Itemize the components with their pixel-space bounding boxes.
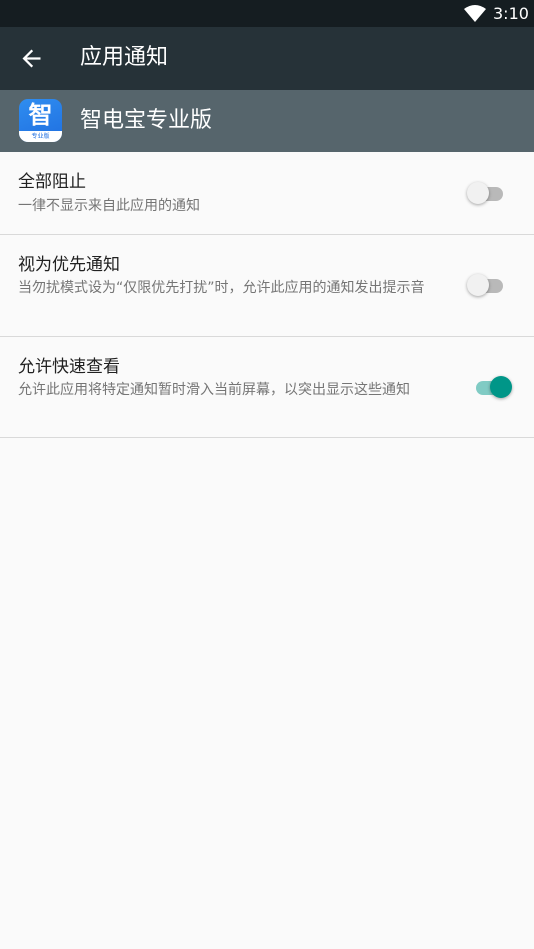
app-header: 智 专业版 智电宝专业版	[0, 90, 534, 152]
arrow-back-icon[interactable]	[18, 45, 45, 72]
app-icon-band: 专业版	[19, 131, 62, 142]
toolbar: 应用通知	[0, 27, 534, 90]
pref-summary: 允许此应用将特定通知暂时滑入当前屏幕，以突出显示这些通知	[18, 382, 410, 398]
switch-thumb	[490, 376, 512, 398]
wifi-icon	[464, 5, 486, 22]
pref-title: 全部阻止	[18, 172, 86, 192]
pref-summary: 一律不显示来自此应用的通知	[18, 198, 200, 214]
priority-switch[interactable]	[467, 273, 507, 297]
pref-priority[interactable]: 视为优先通知 当勿扰模式设为“仅限优先打扰”时，允许此应用的通知发出提示音	[0, 235, 534, 337]
app-name: 智电宝专业版	[80, 108, 213, 133]
status-bar: 3:10	[0, 0, 534, 27]
pref-block-all[interactable]: 全部阻止 一律不显示来自此应用的通知	[0, 152, 534, 235]
pref-peeking[interactable]: 允许快速查看 允许此应用将特定通知暂时滑入当前屏幕，以突出显示这些通知	[0, 337, 534, 438]
app-icon: 智 专业版	[19, 99, 62, 142]
block-all-switch[interactable]	[467, 181, 507, 205]
switch-thumb	[467, 182, 489, 204]
pref-summary: 当勿扰模式设为“仅限优先打扰”时，允许此应用的通知发出提示音	[18, 280, 425, 296]
app-icon-band-text: 专业版	[31, 133, 50, 140]
status-time: 3:10	[493, 4, 529, 23]
page-title: 应用通知	[80, 45, 169, 70]
app-icon-glyph: 智	[28, 101, 53, 129]
peeking-switch[interactable]	[474, 375, 514, 399]
pref-title: 视为优先通知	[18, 255, 120, 275]
pref-title: 允许快速查看	[18, 357, 120, 377]
switch-thumb	[467, 274, 489, 296]
